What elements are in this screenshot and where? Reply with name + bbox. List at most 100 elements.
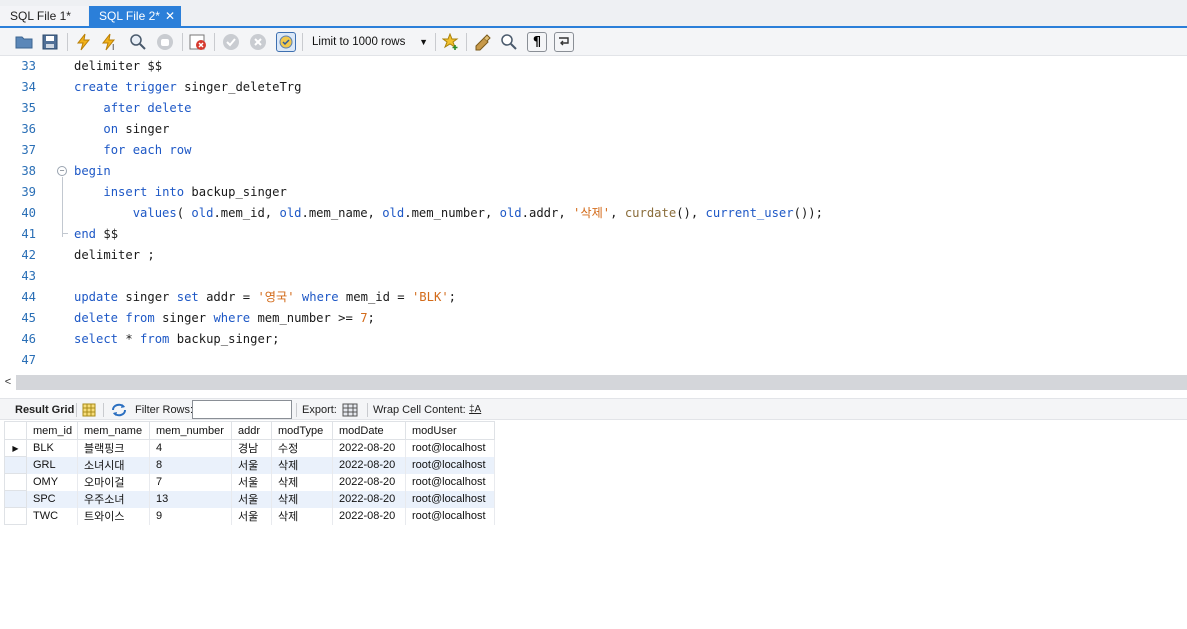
table-cell[interactable]: 삭제	[271, 456, 333, 474]
table-cell[interactable]: 서울	[231, 456, 272, 474]
line-number: 40	[21, 206, 36, 220]
table-cell[interactable]: 9	[149, 507, 232, 525]
filter-rows-label: Filter Rows:	[135, 404, 194, 416]
separator	[302, 33, 303, 51]
table-cell[interactable]: 트와이스	[77, 507, 150, 525]
code-line: 41 end $$	[0, 224, 1187, 245]
horizontal-scrollbar[interactable]: <	[0, 375, 1187, 390]
table-cell[interactable]: root@localhost	[405, 507, 495, 525]
table-cell[interactable]: BLK	[26, 439, 78, 457]
table-cell[interactable]: 수정	[271, 439, 333, 457]
column-header[interactable]: modDate	[332, 421, 406, 440]
table-cell[interactable]: TWC	[26, 507, 78, 525]
wrap-icon[interactable]	[554, 32, 574, 52]
table-row[interactable]: TWC 트와이스 9 서울 삭제 2022-08-20 root@localho…	[4, 507, 495, 525]
rollback-icon[interactable]	[248, 32, 268, 52]
save-icon[interactable]	[40, 32, 60, 52]
code-line: 47	[0, 350, 1187, 371]
toggle-error-icon[interactable]	[188, 32, 208, 52]
table-cell[interactable]: GRL	[26, 456, 78, 474]
code-text: for each row	[103, 143, 192, 157]
commit-icon[interactable]	[221, 32, 241, 52]
line-number: 36	[21, 122, 36, 136]
table-cell[interactable]: 서울	[231, 490, 272, 508]
code-line: 39 insert into backup_singer	[0, 182, 1187, 203]
limit-rows-value: Limit to 1000 rows	[312, 36, 406, 48]
code-line: 43	[0, 266, 1187, 287]
table-cell[interactable]: 우주소녀	[77, 490, 150, 508]
stop-icon[interactable]	[155, 32, 175, 52]
bookmark-icon[interactable]	[441, 32, 461, 52]
table-cell[interactable]: 블랙핑크	[77, 439, 150, 457]
code-text: end $$	[74, 227, 119, 241]
table-cell[interactable]: OMY	[26, 473, 78, 491]
column-header[interactable]: addr	[231, 421, 272, 440]
separator	[367, 403, 368, 417]
table-cell[interactable]: 2022-08-20	[332, 439, 406, 457]
execute-current-icon[interactable]: I	[100, 32, 120, 52]
table-cell[interactable]: 오마이걸	[77, 473, 150, 491]
table-row[interactable]: SPC 우주소녀 13 서울 삭제 2022-08-20 root@localh…	[4, 490, 495, 508]
table-cell[interactable]: 2022-08-20	[332, 490, 406, 508]
code-line: 42 delimiter ;	[0, 245, 1187, 266]
refresh-icon[interactable]	[110, 402, 128, 418]
line-number: 41	[21, 227, 36, 241]
separator	[466, 33, 467, 51]
line-number: 37	[21, 143, 36, 157]
table-cell[interactable]: 2022-08-20	[332, 473, 406, 491]
table-row[interactable]: GRL 소녀시대 8 서울 삭제 2022-08-20 root@localho…	[4, 456, 495, 474]
column-header[interactable]: mem_id	[26, 421, 78, 440]
separator	[435, 33, 436, 51]
filter-rows-input[interactable]	[192, 400, 292, 419]
explain-icon[interactable]	[128, 32, 148, 52]
column-header[interactable]: modUser	[405, 421, 495, 440]
execute-icon[interactable]	[74, 32, 94, 52]
table-cell[interactable]: 경남	[231, 439, 272, 457]
table-cell[interactable]: root@localhost	[405, 439, 495, 457]
table-cell[interactable]: 삭제	[271, 473, 333, 491]
table-cell[interactable]: 7	[149, 473, 232, 491]
table-cell[interactable]: 소녀시대	[77, 456, 150, 474]
table-cell[interactable]: 삭제	[271, 490, 333, 508]
table-cell[interactable]: SPC	[26, 490, 78, 508]
result-grid-label[interactable]: Result Grid	[15, 399, 74, 421]
tab-sql-file-2[interactable]: SQL File 2* ✕	[89, 6, 181, 28]
table-row[interactable]: ▶ BLK 블랙핑크 4 경남 수정 2022-08-20 root@local…	[4, 439, 495, 457]
table-cell[interactable]: 8	[149, 456, 232, 474]
sql-editor[interactable]: 33 delimiter $$ 34 create trigger singer_d…	[0, 56, 1187, 376]
tab-label: SQL File 2*	[99, 9, 160, 23]
tab-sql-file-1[interactable]: SQL File 1*	[0, 6, 88, 26]
grid-header-row: mem_id mem_name mem_number addr modType …	[4, 421, 495, 440]
scroll-left-icon[interactable]: <	[0, 375, 16, 390]
open-folder-icon[interactable]	[14, 32, 34, 52]
column-header[interactable]: mem_number	[149, 421, 232, 440]
close-icon[interactable]: ✕	[165, 6, 175, 26]
table-cell[interactable]: 13	[149, 490, 232, 508]
wrap-cell-icon[interactable]: ‡A	[469, 399, 481, 421]
line-number: 45	[21, 311, 36, 325]
grid-view-icon[interactable]	[82, 403, 96, 417]
table-cell[interactable]: root@localhost	[405, 456, 495, 474]
fold-toggle-icon[interactable]: −	[57, 166, 67, 176]
table-cell[interactable]: root@localhost	[405, 473, 495, 491]
code-text: begin	[74, 164, 111, 178]
invisible-chars-icon[interactable]: ¶	[527, 32, 547, 52]
column-header[interactable]: modType	[271, 421, 333, 440]
table-cell[interactable]: 2022-08-20	[332, 507, 406, 525]
table-cell[interactable]: root@localhost	[405, 490, 495, 508]
table-row[interactable]: OMY 오마이걸 7 서울 삭제 2022-08-20 root@localho…	[4, 473, 495, 491]
table-cell[interactable]: 2022-08-20	[332, 456, 406, 474]
table-cell[interactable]: 서울	[231, 507, 272, 525]
code-line: 33 delimiter $$	[0, 56, 1187, 77]
table-cell[interactable]: 서울	[231, 473, 272, 491]
find-icon[interactable]	[499, 32, 519, 52]
line-number: 42	[21, 248, 36, 262]
autocommit-icon[interactable]	[276, 32, 296, 52]
beautify-icon[interactable]	[473, 32, 493, 52]
table-cell[interactable]: 삭제	[271, 507, 333, 525]
column-header[interactable]: mem_name	[77, 421, 150, 440]
export-icon[interactable]	[342, 402, 360, 418]
row-header	[4, 473, 27, 491]
table-cell[interactable]: 4	[149, 439, 232, 457]
limit-rows-select[interactable]: Limit to 1000 rows ▼	[306, 32, 432, 52]
